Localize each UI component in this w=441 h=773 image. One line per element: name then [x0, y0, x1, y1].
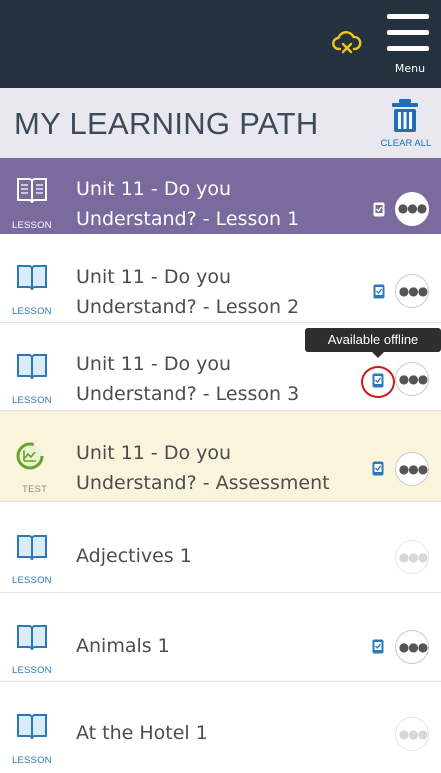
item-title-line-1: Animals 1 [76, 635, 170, 657]
book-icon [17, 178, 47, 204]
item-title: Unit 11 - Do you Understand? - Lesson 1 [76, 174, 299, 234]
cloud-download-icon[interactable] [332, 30, 362, 56]
book-icon [17, 714, 47, 740]
item-kind-label: LESSON [12, 220, 52, 231]
more-options-button[interactable]: ●●● [395, 540, 429, 574]
book-icon [17, 354, 47, 380]
more-options-button[interactable]: ●●● [395, 362, 429, 396]
item-title-line-1: At the Hotel 1 [76, 722, 208, 744]
more-options-button[interactable]: ●●● [395, 274, 429, 308]
highlight-ring [361, 366, 395, 398]
more-dots-icon: ●●● [398, 727, 428, 741]
hamburger-icon-bar [387, 30, 429, 35]
more-options-button[interactable]: ●●● [395, 452, 429, 486]
item-kind-label: LESSON [12, 665, 52, 676]
list-item[interactable]: LESSON Adjectives 1 ●●● [0, 502, 441, 593]
item-kind-label: TEST [22, 484, 48, 495]
clear-all-label: CLEAR ALL [380, 138, 432, 149]
list-item[interactable]: TEST Unit 11 - Do you Understand? - Asse… [0, 411, 441, 502]
item-title: Unit 11 - Do you Understand? - Lesson 2 [76, 262, 299, 322]
item-kind-label: LESSON [12, 306, 52, 317]
chart-icon [16, 442, 44, 470]
book-icon [17, 265, 47, 291]
item-title: Adjectives 1 [76, 541, 192, 571]
item-title: Animals 1 [76, 631, 170, 661]
list-item[interactable]: LESSON Unit 11 - Do you Understand? - Le… [0, 158, 441, 234]
list-item[interactable]: LESSON At the Hotel 1 ●●● [0, 682, 441, 773]
item-title-line-1: Unit 11 - Do you [76, 442, 232, 464]
item-title: At the Hotel 1 [76, 718, 208, 748]
page-title: MY LEARNING PATH [14, 106, 319, 141]
item-title-line-1: Unit 11 - Do you [76, 266, 232, 288]
list-item[interactable]: LESSON Animals 1 ●●● [0, 593, 441, 682]
hamburger-icon-bar [387, 46, 429, 51]
more-options-button[interactable]: ●●● [395, 192, 429, 226]
trash-icon [392, 99, 418, 132]
item-title-line-2: Understand? - Lesson 2 [76, 296, 300, 318]
item-title: Unit 11 - Do you Understand? - Assessmen… [76, 438, 330, 498]
offline-available-icon [372, 639, 384, 654]
item-kind-label: LESSON [12, 755, 52, 766]
item-title: Unit 11 - Do you Understand? - Lesson 3 [76, 349, 299, 409]
item-kind-label: LESSON [12, 575, 52, 586]
more-dots-icon: ●●● [397, 201, 427, 215]
more-dots-icon: ●●● [398, 640, 428, 654]
book-icon [17, 535, 47, 561]
book-icon [17, 625, 47, 651]
offline-available-icon [373, 202, 385, 217]
menu-button[interactable]: Menu [384, 10, 436, 78]
item-title-line-1: Adjectives 1 [76, 545, 192, 567]
hamburger-icon [387, 14, 429, 19]
offline-available-icon [373, 284, 385, 299]
item-kind-label: LESSON [12, 395, 52, 406]
item-title-line-2: Understand? - Lesson 3 [76, 383, 300, 405]
item-title-line-1: Unit 11 - Do you [76, 353, 232, 375]
offline-tooltip: Available offline [305, 328, 441, 358]
more-options-button[interactable]: ●●● [395, 717, 429, 751]
item-title-line-1: Unit 11 - Do you [76, 178, 232, 200]
offline-available-icon [372, 461, 384, 476]
item-title-line-2: Understand? - Assessment [76, 472, 330, 494]
item-title-line-2: Understand? - Lesson 1 [76, 208, 300, 230]
app-header: Menu [0, 0, 441, 88]
list-item[interactable]: LESSON Unit 11 - Do you Understand? - Le… [0, 234, 441, 323]
more-dots-icon: ●●● [398, 372, 428, 386]
more-options-button[interactable]: ●●● [395, 630, 429, 664]
more-dots-icon: ●●● [398, 462, 428, 476]
menu-label: Menu [394, 62, 426, 75]
clear-all-button[interactable]: CLEAR ALL [372, 98, 440, 152]
more-dots-icon: ●●● [398, 284, 428, 298]
more-dots-icon: ●●● [398, 550, 428, 564]
title-bar: MY LEARNING PATH CLEAR ALL [0, 88, 441, 158]
